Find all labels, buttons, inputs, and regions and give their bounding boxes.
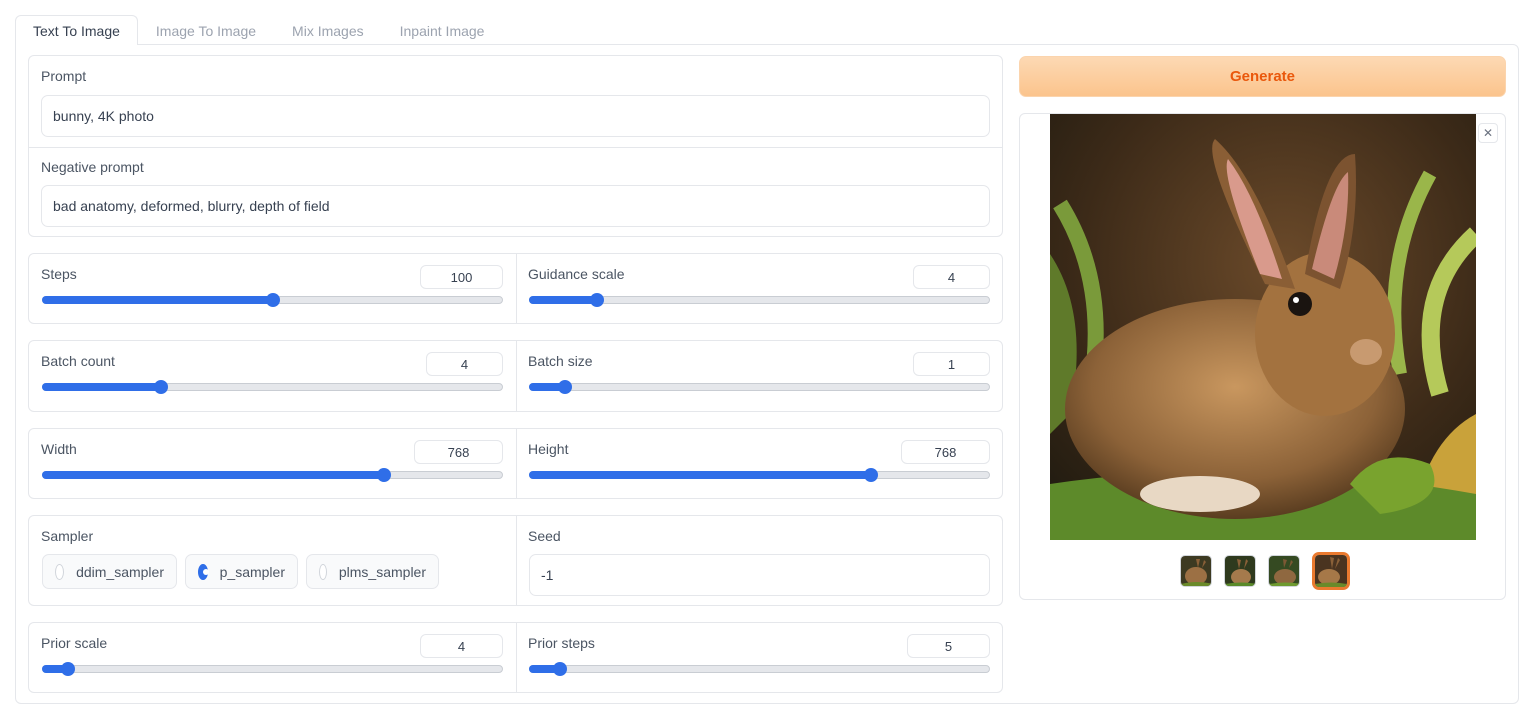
batch-count-slider[interactable] <box>42 380 503 394</box>
gallery-thumbnail[interactable] <box>1180 555 1212 587</box>
close-icon[interactable]: ✕ <box>1478 123 1498 143</box>
width-slider[interactable] <box>42 468 503 482</box>
slider-handle[interactable] <box>376 468 391 482</box>
sampler-option-ddim[interactable]: ddim_sampler <box>42 554 177 589</box>
steps-guidance-group: Steps 100 Guidance scale 4 <box>28 253 1003 324</box>
bunny-thumbnail-image <box>1269 556 1299 586</box>
generate-button[interactable]: Generate <box>1019 56 1506 97</box>
bunny-thumbnail-image <box>1225 556 1255 586</box>
height-slider[interactable] <box>529 468 990 482</box>
slider-handle[interactable] <box>863 468 878 482</box>
slider-fill <box>529 471 870 479</box>
divider <box>29 147 1002 148</box>
steps-number-input[interactable]: 100 <box>420 265 503 289</box>
prior-steps-label: Prior steps <box>528 635 595 651</box>
slider-handle[interactable] <box>153 380 168 394</box>
batch-count-label: Batch count <box>41 353 115 369</box>
radio-circle <box>198 563 209 580</box>
sampler-option-plms[interactable]: plms_sampler <box>306 554 439 589</box>
prior-steps-slider[interactable] <box>529 662 990 676</box>
divider <box>516 516 517 605</box>
seed-input[interactable]: -1 <box>529 554 990 596</box>
prompt-input[interactable]: bunny, 4K photo <box>41 95 990 137</box>
batch-count-number-input[interactable]: 4 <box>426 352 503 376</box>
height-label: Height <box>528 441 569 457</box>
bunny-thumbnail-image <box>1315 555 1347 587</box>
width-label: Width <box>41 441 77 457</box>
slider-fill <box>42 383 160 391</box>
slider-handle[interactable] <box>265 293 280 307</box>
sampler-option-label: p_sampler <box>219 563 285 580</box>
guidance-scale-slider[interactable] <box>529 293 990 307</box>
steps-slider[interactable] <box>42 293 503 307</box>
seed-label: Seed <box>528 528 561 544</box>
tab-inpaint-image[interactable]: Inpaint Image <box>382 15 503 45</box>
prior-scale-number-input[interactable]: 4 <box>420 634 503 658</box>
guidance-scale-number-input[interactable]: 4 <box>913 265 990 289</box>
slider-handle[interactable] <box>552 662 567 676</box>
tab-image-to-image[interactable]: Image To Image <box>138 15 274 45</box>
divider <box>516 623 517 692</box>
radio-circle <box>55 563 65 580</box>
width-number-input[interactable]: 768 <box>414 440 503 464</box>
gallery-thumbnail-selected[interactable] <box>1312 552 1350 590</box>
slider-handle[interactable] <box>558 380 573 394</box>
guidance-scale-label: Guidance scale <box>528 266 625 282</box>
tab-mix-images[interactable]: Mix Images <box>274 15 382 45</box>
slider-fill <box>529 296 596 304</box>
bunny-image <box>1050 114 1476 540</box>
batch-size-slider[interactable] <box>529 380 990 394</box>
prior-steps-number-input[interactable]: 5 <box>907 634 990 658</box>
thumbnail-strip <box>1180 552 1350 590</box>
batch-group: Batch count 4 Batch size 1 <box>28 340 1003 412</box>
slider-fill <box>42 471 383 479</box>
prompt-group: Prompt bunny, 4K photo Negative prompt b… <box>28 55 1003 237</box>
sampler-label: Sampler <box>41 528 94 544</box>
slider-fill <box>42 296 272 304</box>
slider-handle[interactable] <box>589 293 604 307</box>
bunny-thumbnail-image <box>1181 556 1211 586</box>
gallery-thumbnail[interactable] <box>1224 555 1256 587</box>
height-number-input[interactable]: 768 <box>901 440 990 464</box>
generated-image[interactable] <box>1050 114 1476 540</box>
negative-prompt-label: Negative prompt <box>41 159 144 175</box>
divider <box>516 429 517 498</box>
divider <box>516 254 517 323</box>
output-gallery: ✕ <box>1019 113 1506 600</box>
sampler-option-label: plms_sampler <box>338 563 426 580</box>
negative-prompt-input[interactable]: bad anatomy, deformed, blurry, depth of … <box>41 185 990 227</box>
steps-label: Steps <box>41 266 77 282</box>
tab-bar: Text To Image Image To Image Mix Images … <box>15 15 503 46</box>
prior-scale-slider[interactable] <box>42 662 503 676</box>
radio-circle <box>319 563 327 580</box>
batch-size-label: Batch size <box>528 353 593 369</box>
sampler-option-p[interactable]: p_sampler <box>185 554 298 589</box>
gallery-thumbnail[interactable] <box>1268 555 1300 587</box>
prior-scale-label: Prior scale <box>41 635 108 651</box>
batch-size-number-input[interactable]: 1 <box>913 352 990 376</box>
prior-group: Prior scale 4 Prior steps 5 <box>28 622 1003 693</box>
slider-handle[interactable] <box>61 662 76 676</box>
tab-text-to-image[interactable]: Text To Image <box>15 15 138 46</box>
sampler-option-label: ddim_sampler <box>76 563 164 580</box>
sampler-seed-group: Sampler ddim_sampler p_sampler plms_samp… <box>28 515 1003 606</box>
divider <box>516 341 517 411</box>
prompt-label: Prompt <box>41 68 87 84</box>
dimensions-group: Width 768 Height 768 <box>28 428 1003 499</box>
